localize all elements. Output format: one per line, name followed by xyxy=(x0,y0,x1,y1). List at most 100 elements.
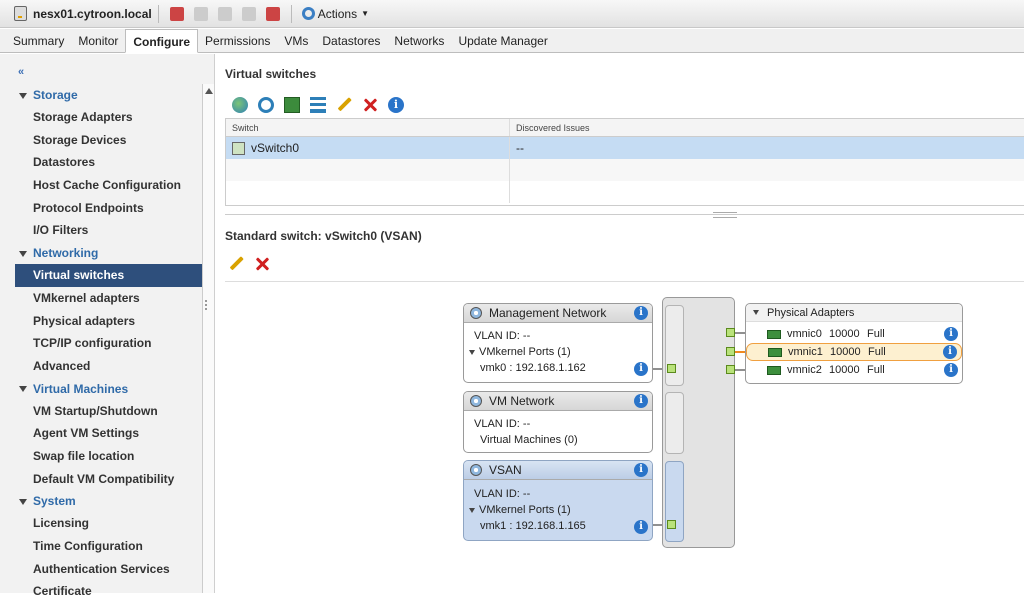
vmkernel-ports-toggle[interactable]: VMkernel Ports (1) xyxy=(469,504,571,516)
adapter-name: vmnic2 xyxy=(787,364,822,376)
tab-update-manager[interactable]: Update Manager xyxy=(451,30,554,52)
nav-item-virtual-switches[interactable]: Virtual switches xyxy=(15,264,203,287)
nav-section-networking[interactable]: Networking xyxy=(15,242,203,264)
uplink-port xyxy=(726,347,735,356)
nav-item-physical-adapters[interactable]: Physical adapters xyxy=(15,310,203,333)
uplink-port xyxy=(726,365,735,374)
nav-section-label: Networking xyxy=(33,246,99,261)
reboot-icon[interactable] xyxy=(265,6,280,21)
physical-adapter-vmnic1[interactable]: vmnic1 10000 Full i xyxy=(746,343,962,361)
actions-menu[interactable]: Actions ▼ xyxy=(301,7,369,21)
triangle-down-icon xyxy=(19,499,27,506)
triangle-down-icon xyxy=(19,92,27,99)
nav-section-storage[interactable]: Storage xyxy=(15,84,203,106)
power-on-icon[interactable] xyxy=(217,6,232,21)
info-icon[interactable]: i xyxy=(944,327,958,341)
panel-resize-handle[interactable] xyxy=(205,300,209,310)
adapter-duplex: Full xyxy=(867,364,885,376)
tab-networks[interactable]: Networks xyxy=(387,30,451,52)
nav-item-storage-adapters[interactable]: Storage Adapters xyxy=(15,106,203,129)
info-icon[interactable]: i xyxy=(634,362,648,376)
nav-item-swap-file[interactable]: Swap file location xyxy=(15,445,203,468)
tab-monitor[interactable]: Monitor xyxy=(71,30,125,52)
object-header: nesx01.cytroon.local Actions ▼ xyxy=(0,0,1024,28)
main-content: Virtual switches i Switch Discovered Iss… xyxy=(216,54,1024,593)
nav-item-tcpip[interactable]: TCP/IP configuration xyxy=(15,332,203,355)
tab-configure[interactable]: Configure xyxy=(125,29,199,53)
triangle-down-icon xyxy=(753,310,759,315)
nic-icon xyxy=(767,329,781,339)
configure-nav-panel: « Storage Storage Adapters Storage Devic… xyxy=(0,54,215,598)
nav-item-datastores[interactable]: Datastores xyxy=(15,151,203,174)
physical-adapter-vmnic0[interactable]: vmnic0 10000 Full i xyxy=(746,325,962,343)
add-host-icon[interactable] xyxy=(169,6,184,21)
host-title: nesx01.cytroon.local xyxy=(0,0,152,28)
physical-adapter-vmnic2[interactable]: vmnic2 10000 Full i xyxy=(746,361,962,379)
nic-icon xyxy=(768,347,782,357)
nav-section-virtual-machines[interactable]: Virtual Machines xyxy=(15,378,203,400)
portgroup-management-network[interactable]: Management Network i VLAN ID: -- VMkernel… xyxy=(463,303,653,383)
host-name: nesx01.cytroon.local xyxy=(33,6,152,21)
nav-item-vm-startup[interactable]: VM Startup/Shutdown xyxy=(15,400,203,423)
host-icon xyxy=(14,6,27,21)
scroll-up-icon[interactable] xyxy=(205,88,213,94)
vswitch-body xyxy=(662,297,735,548)
portgroup-vm-network[interactable]: VM Network i VLAN ID: -- Virtual Machines… xyxy=(463,391,653,453)
tab-permissions[interactable]: Permissions xyxy=(198,30,277,52)
info-icon[interactable]: i xyxy=(634,463,648,477)
portgroup-vsan[interactable]: VSAN i VLAN ID: -- VMkernel Ports (1) vmk… xyxy=(463,460,653,541)
nav-scrollbar[interactable] xyxy=(202,84,214,593)
configure-nav: Storage Storage Adapters Storage Devices… xyxy=(15,84,203,603)
nav-item-storage-devices[interactable]: Storage Devices xyxy=(15,129,203,152)
tab-datastores[interactable]: Datastores xyxy=(315,30,387,52)
uplink-port xyxy=(726,328,735,337)
info-icon[interactable]: i xyxy=(944,363,958,377)
gear-icon xyxy=(301,7,315,20)
info-icon[interactable]: i xyxy=(634,306,648,320)
copy-icon[interactable] xyxy=(241,6,256,21)
nav-item-licensing[interactable]: Licensing xyxy=(15,512,203,535)
switch-segment xyxy=(665,392,684,454)
tab-vms[interactable]: VMs xyxy=(277,30,315,52)
adapter-name: vmnic0 xyxy=(787,328,822,340)
chevron-down-icon: ▼ xyxy=(361,9,369,18)
tab-summary[interactable]: Summary xyxy=(6,30,71,52)
toolbar-separator xyxy=(290,4,292,23)
nav-item-agent-vm[interactable]: Agent VM Settings xyxy=(15,422,203,445)
vmkernel-ports-toggle[interactable]: VMkernel Ports (1) xyxy=(469,346,571,358)
triangle-down-icon xyxy=(19,250,27,257)
nav-item-certificate[interactable]: Certificate xyxy=(15,580,203,603)
vmkernel-port: vmk1 : 192.168.1.165 xyxy=(480,520,586,532)
nav-item-protocol-endpoints[interactable]: Protocol Endpoints xyxy=(15,197,203,220)
nav-item-time-config[interactable]: Time Configuration xyxy=(15,535,203,558)
vlan-id: VLAN ID: -- xyxy=(474,488,531,500)
nav-item-io-filters[interactable]: I/O Filters xyxy=(15,219,203,242)
network-icon xyxy=(470,464,482,476)
switch-port xyxy=(667,520,676,529)
info-icon[interactable]: i xyxy=(943,345,957,359)
nav-item-default-vm-compat[interactable]: Default VM Compatibility xyxy=(15,468,203,491)
adapter-speed: 10000 xyxy=(829,328,860,340)
portgroup-header: Management Network i xyxy=(464,304,652,323)
portgroup-name: VM Network xyxy=(489,394,555,408)
info-icon[interactable]: i xyxy=(634,520,648,534)
info-icon[interactable]: i xyxy=(634,394,648,408)
collapse-nav-button[interactable]: « xyxy=(18,66,24,78)
network-icon xyxy=(470,395,482,407)
nav-item-auth-services[interactable]: Authentication Services xyxy=(15,558,203,581)
nav-item-advanced[interactable]: Advanced xyxy=(15,355,203,378)
nav-item-host-cache[interactable]: Host Cache Configuration xyxy=(15,174,203,197)
physical-adapters-box: Physical Adapters vmnic0 10000 Full i vmni… xyxy=(745,303,963,384)
maintenance-icon[interactable] xyxy=(193,6,208,21)
adapter-name: vmnic1 xyxy=(788,346,823,358)
adapter-duplex: Full xyxy=(867,328,885,340)
adapter-speed: 10000 xyxy=(830,346,861,358)
vmkernel-port: vmk0 : 192.168.1.162 xyxy=(480,362,586,374)
nav-item-vmkernel-adapters[interactable]: VMkernel adapters xyxy=(15,287,203,310)
nav-section-system[interactable]: System xyxy=(15,490,203,512)
portgroup-header: VM Network i xyxy=(464,392,652,411)
physical-adapters-header[interactable]: Physical Adapters xyxy=(746,304,962,322)
object-tabs: Summary Monitor Configure Permissions VM… xyxy=(0,29,1024,53)
toolbar-separator xyxy=(157,4,159,23)
nav-section-label: System xyxy=(33,494,76,509)
